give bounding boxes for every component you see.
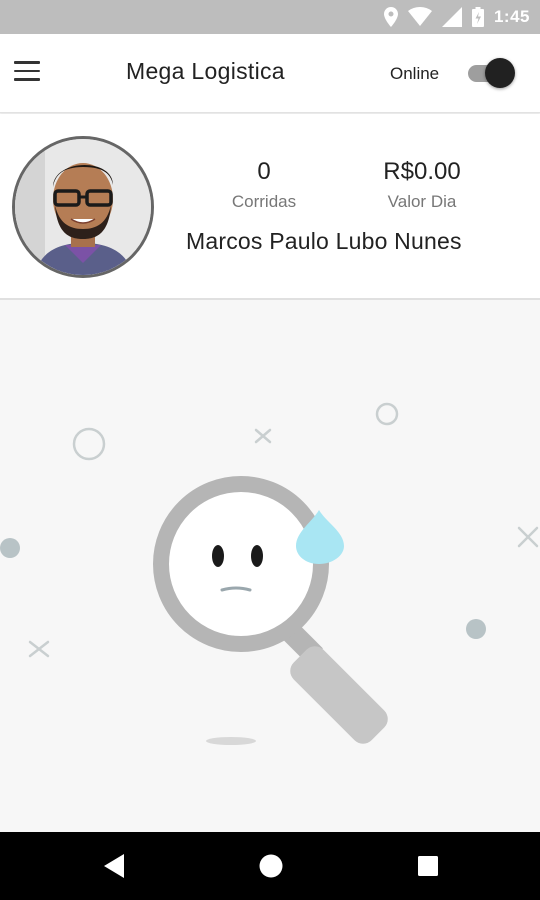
driver-name: Marcos Paulo Lubo Nunes [186, 228, 462, 254]
empty-state-area [0, 300, 540, 832]
magnifier-lens [153, 476, 329, 652]
deco-dot-left [0, 538, 20, 558]
status-bar: 1:45 [0, 0, 540, 34]
status-icons: 1:45 [383, 0, 530, 34]
rides-count: 0 [257, 158, 271, 185]
rides-label: Corridas [231, 192, 297, 211]
rides-stat: 0 Corridas [212, 158, 316, 212]
face-eye-right [251, 545, 263, 567]
day-value: R$0.00 [383, 158, 461, 185]
deco-cross-left [28, 640, 50, 658]
magnifier-shadow [206, 737, 256, 745]
toggle-thumb [485, 58, 515, 88]
magnifier-handle [279, 620, 388, 744]
home-icon[interactable] [256, 852, 286, 880]
deco-dot-right [466, 619, 486, 639]
recents-icon[interactable] [413, 852, 443, 880]
app-bar: Mega Logistica Online [0, 34, 540, 113]
location-icon [383, 7, 398, 27]
menu-icon[interactable] [14, 61, 42, 85]
day-value-stat: R$0.00 Valor Dia [362, 158, 482, 212]
battery-icon [471, 7, 484, 27]
wifi-icon [407, 7, 432, 26]
day-value-label: Valor Dia [387, 192, 457, 211]
deco-cross-top [254, 428, 272, 444]
deco-ring-right [375, 402, 399, 426]
app-title: Mega Logistica [126, 58, 285, 84]
signal-icon [441, 7, 462, 27]
driver-profile-card: 0 Corridas R$0.00 Valor Dia Marcos Paulo… [0, 114, 540, 300]
clock-time: 1:45 [493, 7, 530, 26]
deco-cross-right [517, 526, 539, 548]
online-toggle[interactable] [465, 58, 515, 88]
empty-search-illustration [0, 402, 539, 745]
system-nav-bar [0, 832, 540, 900]
avatar-photo [15, 139, 151, 275]
avatar[interactable] [12, 136, 154, 278]
back-icon[interactable] [100, 852, 130, 880]
deco-ring-left [72, 427, 106, 461]
face-eye-left [212, 545, 224, 567]
online-label: Online [390, 64, 440, 83]
